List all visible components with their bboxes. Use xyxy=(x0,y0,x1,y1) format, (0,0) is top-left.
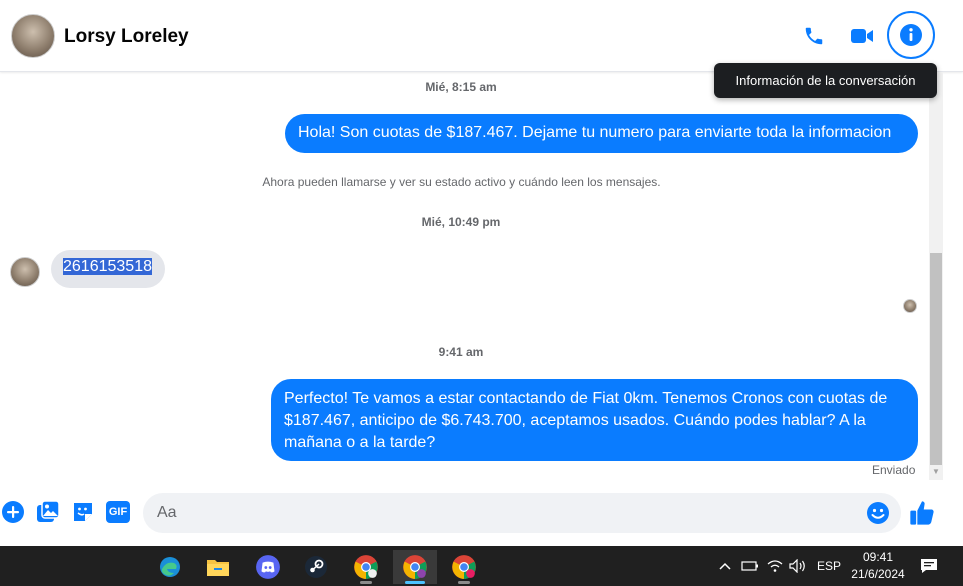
messenger-window: Lorsy Loreley Información de la conversa… xyxy=(0,0,963,546)
clock-time: 09:41 xyxy=(862,550,894,564)
read-receipt-avatar xyxy=(903,299,917,313)
show-hidden-icons-chevron-icon[interactable] xyxy=(718,546,732,586)
active-indicator xyxy=(405,581,425,584)
chrome-icon[interactable] xyxy=(444,550,484,584)
running-indicator xyxy=(360,581,372,584)
incoming-message[interactable]: 2616153518 xyxy=(51,250,165,288)
message-text-line: mañana o a la tarde? xyxy=(284,434,436,451)
timestamp: Mié, 10:49 pm xyxy=(421,215,501,229)
chrome-icon[interactable] xyxy=(346,550,386,584)
chrome-icon[interactable] xyxy=(393,550,437,584)
video-camera-icon[interactable] xyxy=(842,16,882,56)
contact-name[interactable]: Lorsy Loreley xyxy=(64,26,189,48)
message-text-line: $187.467, anticipo de $6.743.700, acepta… xyxy=(284,412,866,429)
message-status: Enviado xyxy=(872,463,916,477)
message-input[interactable]: Aa xyxy=(143,493,901,533)
thumbs-up-icon[interactable] xyxy=(908,499,936,527)
plus-icon[interactable] xyxy=(0,499,26,525)
timestamp: Mié, 8:15 am xyxy=(425,80,497,94)
running-indicator xyxy=(458,581,470,584)
message-text: Hola! Son cuotas de $187.467. Dejame tu … xyxy=(298,124,892,141)
battery-icon[interactable] xyxy=(741,546,759,586)
gif-icon[interactable]: GIF xyxy=(105,499,131,525)
scroll-down-arrow-icon[interactable]: ▼ xyxy=(930,466,942,478)
contact-avatar[interactable] xyxy=(11,14,55,58)
gif-label: GIF xyxy=(106,501,130,523)
file-explorer-icon[interactable] xyxy=(198,550,238,584)
photo-icon[interactable] xyxy=(35,499,61,525)
wifi-icon[interactable] xyxy=(767,546,783,586)
emoji-icon[interactable] xyxy=(866,501,890,525)
language-indicator[interactable]: ESP xyxy=(817,546,841,586)
steam-icon[interactable] xyxy=(296,550,336,584)
notifications-icon[interactable] xyxy=(920,546,938,586)
outgoing-message[interactable]: Perfecto! Te vamos a estar contactando d… xyxy=(271,379,918,461)
clock-date: 21/6/2024 xyxy=(851,567,905,581)
message-text-line: Perfecto! Te vamos a estar contactando d… xyxy=(284,390,888,407)
outgoing-message[interactable]: Hola! Son cuotas de $187.467. Dejame tu … xyxy=(285,114,918,153)
info-icon[interactable] xyxy=(887,11,935,59)
windows-taskbar: ESP 09:41 21/6/2024 xyxy=(0,546,963,586)
system-message: Ahora pueden llamarse y ver su estado ac… xyxy=(262,175,661,189)
discord-icon[interactable] xyxy=(248,550,288,584)
message-text: 2616153518 xyxy=(63,258,152,275)
composer: GIF Aa xyxy=(0,484,963,546)
scrollbar-thumb[interactable] xyxy=(930,253,942,465)
contact-avatar-small[interactable] xyxy=(10,257,40,287)
phone-icon[interactable] xyxy=(794,16,834,56)
sticker-icon[interactable] xyxy=(70,499,96,525)
conversation-header: Lorsy Loreley xyxy=(0,0,963,72)
conversation-info-tooltip: Información de la conversación xyxy=(714,63,937,98)
volume-icon[interactable] xyxy=(789,546,807,586)
clock[interactable]: 09:41 21/6/2024 xyxy=(846,549,910,583)
timestamp: 9:41 am xyxy=(438,345,484,359)
edge-icon[interactable] xyxy=(150,550,190,584)
